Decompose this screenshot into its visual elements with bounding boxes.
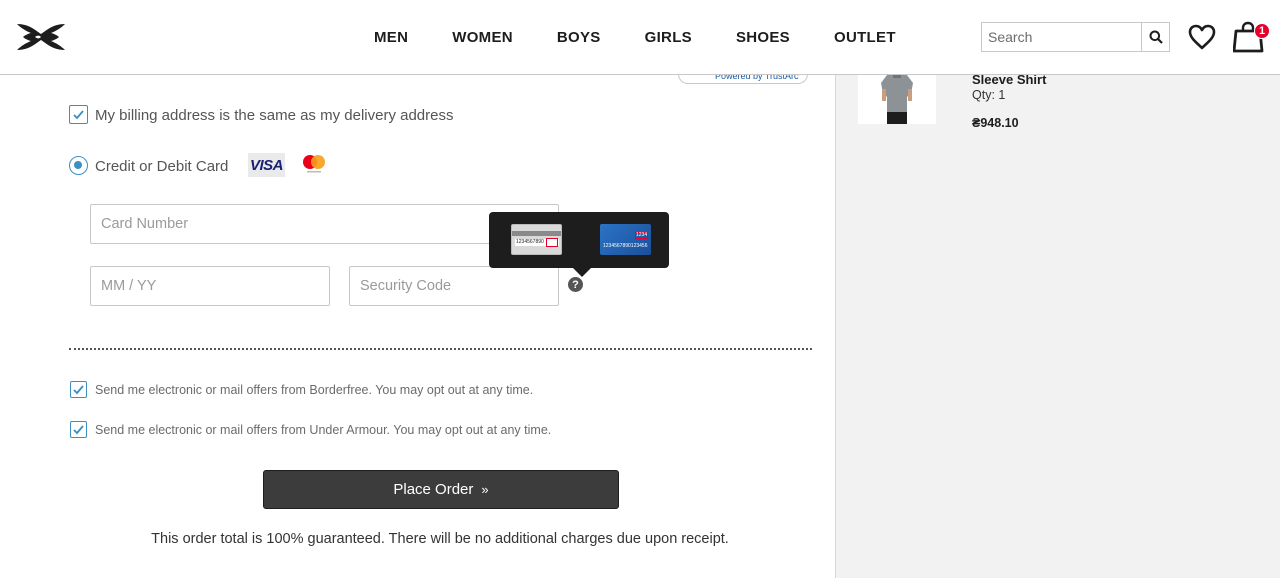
- tooltip-arrow: [573, 268, 591, 277]
- radio-selected-dot: [74, 161, 82, 169]
- under-armour-logo-icon[interactable]: [15, 21, 67, 53]
- security-code-help-icon[interactable]: ?: [568, 277, 583, 292]
- product-thumbnail[interactable]: [858, 75, 936, 124]
- main-nav: MEN WOMEN BOYS GIRLS SHOES OUTLET: [352, 29, 918, 46]
- borderfree-offers-checkbox[interactable]: [70, 381, 87, 398]
- place-order-label: Place Order: [393, 481, 474, 498]
- mastercard-logo-icon: [303, 155, 325, 173]
- search-button[interactable]: [1141, 23, 1169, 51]
- product-price: ₴948.10: [972, 116, 1019, 130]
- checkmark-icon: [73, 425, 84, 435]
- security-code-tooltip: 1234567890 1234 1234567890123456: [489, 212, 669, 277]
- search-box: [981, 22, 1170, 52]
- bag-count-badge: 1: [1254, 23, 1270, 39]
- order-summary-panel: Sleeve Shirt Qty: 1 ₴948.10: [835, 72, 1280, 578]
- card-front-cid: 1234: [635, 232, 648, 239]
- order-guarantee-text: This order total is 100% guaranteed. The…: [151, 531, 729, 547]
- card-front-illustration: 1234 1234567890123456: [600, 224, 651, 255]
- section-divider: [69, 348, 812, 350]
- chevron-right-icon: »: [481, 482, 489, 497]
- place-order-button[interactable]: Place Order »: [263, 470, 619, 509]
- expiry-date-input[interactable]: [90, 266, 330, 306]
- checkmark-icon: [73, 110, 84, 120]
- search-input[interactable]: [982, 23, 1141, 51]
- nav-outlet[interactable]: OUTLET: [834, 29, 896, 46]
- shopping-bag-button[interactable]: 1: [1232, 20, 1270, 54]
- nav-men[interactable]: MEN: [374, 29, 408, 46]
- magnetic-stripe: [512, 231, 561, 236]
- credit-card-radio[interactable]: [69, 156, 88, 175]
- product-quantity: Qty: 1: [972, 88, 1006, 102]
- visa-logo-icon: VISA: [248, 153, 285, 177]
- card-back-illustration: 1234567890: [511, 224, 562, 255]
- under-armour-offers-checkbox[interactable]: [70, 421, 87, 438]
- payment-method-label: Credit or Debit Card: [95, 158, 229, 175]
- billing-same-checkbox[interactable]: [69, 105, 88, 124]
- checkmark-icon: [73, 385, 84, 395]
- heart-icon[interactable]: [1187, 23, 1217, 51]
- site-header: MEN WOMEN BOYS GIRLS SHOES OUTLET 1: [0, 0, 1280, 75]
- security-code-input[interactable]: [349, 266, 559, 306]
- billing-same-label: My billing address is the same as my del…: [95, 107, 454, 124]
- nav-girls[interactable]: GIRLS: [645, 29, 692, 46]
- nav-women[interactable]: WOMEN: [452, 29, 513, 46]
- shirt-product-image: [881, 75, 913, 124]
- borderfree-offers-label: Send me electronic or mail offers from B…: [95, 383, 534, 397]
- nav-shoes[interactable]: SHOES: [736, 29, 790, 46]
- under-armour-offers-label: Send me electronic or mail offers from U…: [95, 423, 552, 437]
- card-front-number: 1234567890123456: [603, 243, 648, 249]
- card-back-cvv-highlight: [546, 238, 558, 247]
- search-icon: [1149, 30, 1163, 44]
- nav-boys[interactable]: BOYS: [557, 29, 601, 46]
